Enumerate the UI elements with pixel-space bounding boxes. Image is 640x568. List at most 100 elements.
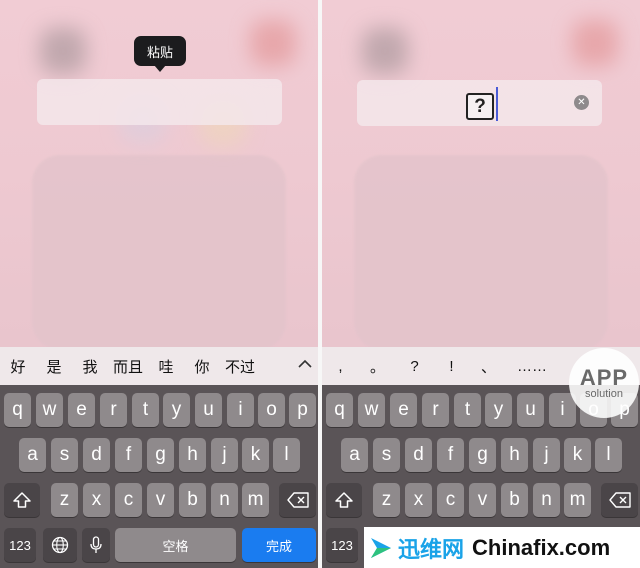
candidate-item[interactable]: , [322, 358, 359, 375]
key-c[interactable]: c [437, 483, 464, 517]
background-widget [32, 155, 286, 350]
candidate-item[interactable]: 你 [184, 356, 220, 377]
key-n[interactable]: n [533, 483, 560, 517]
candidate-item[interactable]: ? [396, 358, 433, 375]
globe-icon [51, 536, 69, 554]
key-x[interactable]: x [83, 483, 110, 517]
candidate-item[interactable]: ! [433, 358, 470, 375]
delete-key[interactable] [279, 483, 316, 517]
chinafix-logo-icon [368, 535, 394, 561]
key-x[interactable]: x [405, 483, 432, 517]
dictation-key[interactable] [82, 528, 110, 562]
key-e[interactable]: e [390, 393, 417, 427]
key-a[interactable]: a [19, 438, 46, 472]
candidate-bar: 好 是 我 而且 哇 你 不过 [0, 347, 318, 385]
key-n[interactable]: n [211, 483, 238, 517]
candidate-item[interactable]: 是 [36, 356, 72, 377]
key-i[interactable]: i [227, 393, 254, 427]
key-k[interactable]: k [242, 438, 269, 472]
backspace-icon [608, 492, 631, 508]
key-s[interactable]: s [51, 438, 78, 472]
app-solution-watermark: APP solution [569, 348, 639, 418]
key-r[interactable]: r [100, 393, 127, 427]
shift-key[interactable] [326, 483, 362, 517]
candidate-item[interactable]: 。 [359, 356, 396, 377]
key-q[interactable]: q [326, 393, 353, 427]
globe-key[interactable] [43, 528, 77, 562]
key-u[interactable]: u [517, 393, 544, 427]
shift-icon [13, 492, 31, 508]
key-q[interactable]: q [4, 393, 31, 427]
key-w[interactable]: w [36, 393, 63, 427]
numbers-key[interactable]: 123 [4, 528, 36, 562]
watermark-app-text: APP [579, 364, 629, 390]
key-d[interactable]: d [405, 438, 432, 472]
candidate-item[interactable]: 哇 [148, 356, 184, 377]
key-r[interactable]: r [422, 393, 449, 427]
key-v[interactable]: v [147, 483, 174, 517]
candidate-item[interactable]: 好 [0, 356, 36, 377]
key-m[interactable]: m [242, 483, 269, 517]
done-key[interactable]: 完成 [242, 528, 316, 562]
left-screenshot: 粘贴 好 是 我 而且 哇 你 不过 q w e r t y u i o p a… [0, 0, 318, 568]
key-l[interactable]: l [273, 438, 300, 472]
blurred-app-icon [362, 28, 408, 74]
clear-icon[interactable]: ✕ [574, 95, 589, 110]
numbers-key[interactable]: 123 [326, 528, 358, 562]
key-c[interactable]: c [115, 483, 142, 517]
key-h[interactable]: h [179, 438, 206, 472]
key-k[interactable]: k [564, 438, 591, 472]
candidate-item[interactable]: 我 [72, 356, 108, 377]
candidate-item[interactable]: …… [507, 358, 557, 375]
key-v[interactable]: v [469, 483, 496, 517]
key-z[interactable]: z [373, 483, 400, 517]
key-w[interactable]: w [358, 393, 385, 427]
backspace-icon [286, 492, 309, 508]
background-widget [354, 155, 608, 350]
candidate-item[interactable]: 、 [470, 356, 507, 377]
space-key[interactable]: 空格 [115, 528, 236, 562]
key-t[interactable]: t [454, 393, 481, 427]
unknown-character-glyph: ? [466, 93, 494, 120]
microphone-icon [90, 536, 102, 553]
key-o[interactable]: o [258, 393, 285, 427]
key-f[interactable]: f [437, 438, 464, 472]
shift-key[interactable] [4, 483, 40, 517]
key-t[interactable]: t [132, 393, 159, 427]
shift-icon [335, 492, 353, 508]
blurred-app-icon [40, 28, 86, 74]
banner-english-text: Chinafix.com [472, 534, 611, 560]
key-j[interactable]: j [533, 438, 560, 472]
key-u[interactable]: u [195, 393, 222, 427]
watermark-solution-text: solution [585, 387, 623, 400]
key-a[interactable]: a [341, 438, 368, 472]
key-e[interactable]: e [68, 393, 95, 427]
key-p[interactable]: p [289, 393, 316, 427]
delete-key[interactable] [601, 483, 638, 517]
paste-menu-button[interactable]: 粘贴 [134, 36, 186, 66]
candidate-item[interactable]: 而且 [108, 356, 148, 377]
keyboard: 好 是 我 而且 哇 你 不过 q w e r t y u i o p a s … [0, 347, 318, 568]
chinafix-banner: 迅维网 Chinafix.com [364, 527, 640, 568]
key-z[interactable]: z [51, 483, 78, 517]
key-f[interactable]: f [115, 438, 142, 472]
key-l[interactable]: l [595, 438, 622, 472]
key-h[interactable]: h [501, 438, 528, 472]
paste-menu-arrow [154, 65, 166, 72]
key-s[interactable]: s [373, 438, 400, 472]
blurred-app-icon [572, 20, 618, 66]
key-b[interactable]: b [179, 483, 206, 517]
text-cursor [496, 87, 498, 121]
key-b[interactable]: b [501, 483, 528, 517]
search-field[interactable] [37, 79, 282, 125]
blurred-app-icon [250, 20, 296, 66]
candidate-item[interactable]: 不过 [220, 356, 260, 377]
key-m[interactable]: m [564, 483, 591, 517]
chevron-up-icon[interactable] [298, 356, 312, 372]
key-d[interactable]: d [83, 438, 110, 472]
key-y[interactable]: y [163, 393, 190, 427]
key-g[interactable]: g [147, 438, 174, 472]
key-y[interactable]: y [485, 393, 512, 427]
key-j[interactable]: j [211, 438, 238, 472]
key-g[interactable]: g [469, 438, 496, 472]
